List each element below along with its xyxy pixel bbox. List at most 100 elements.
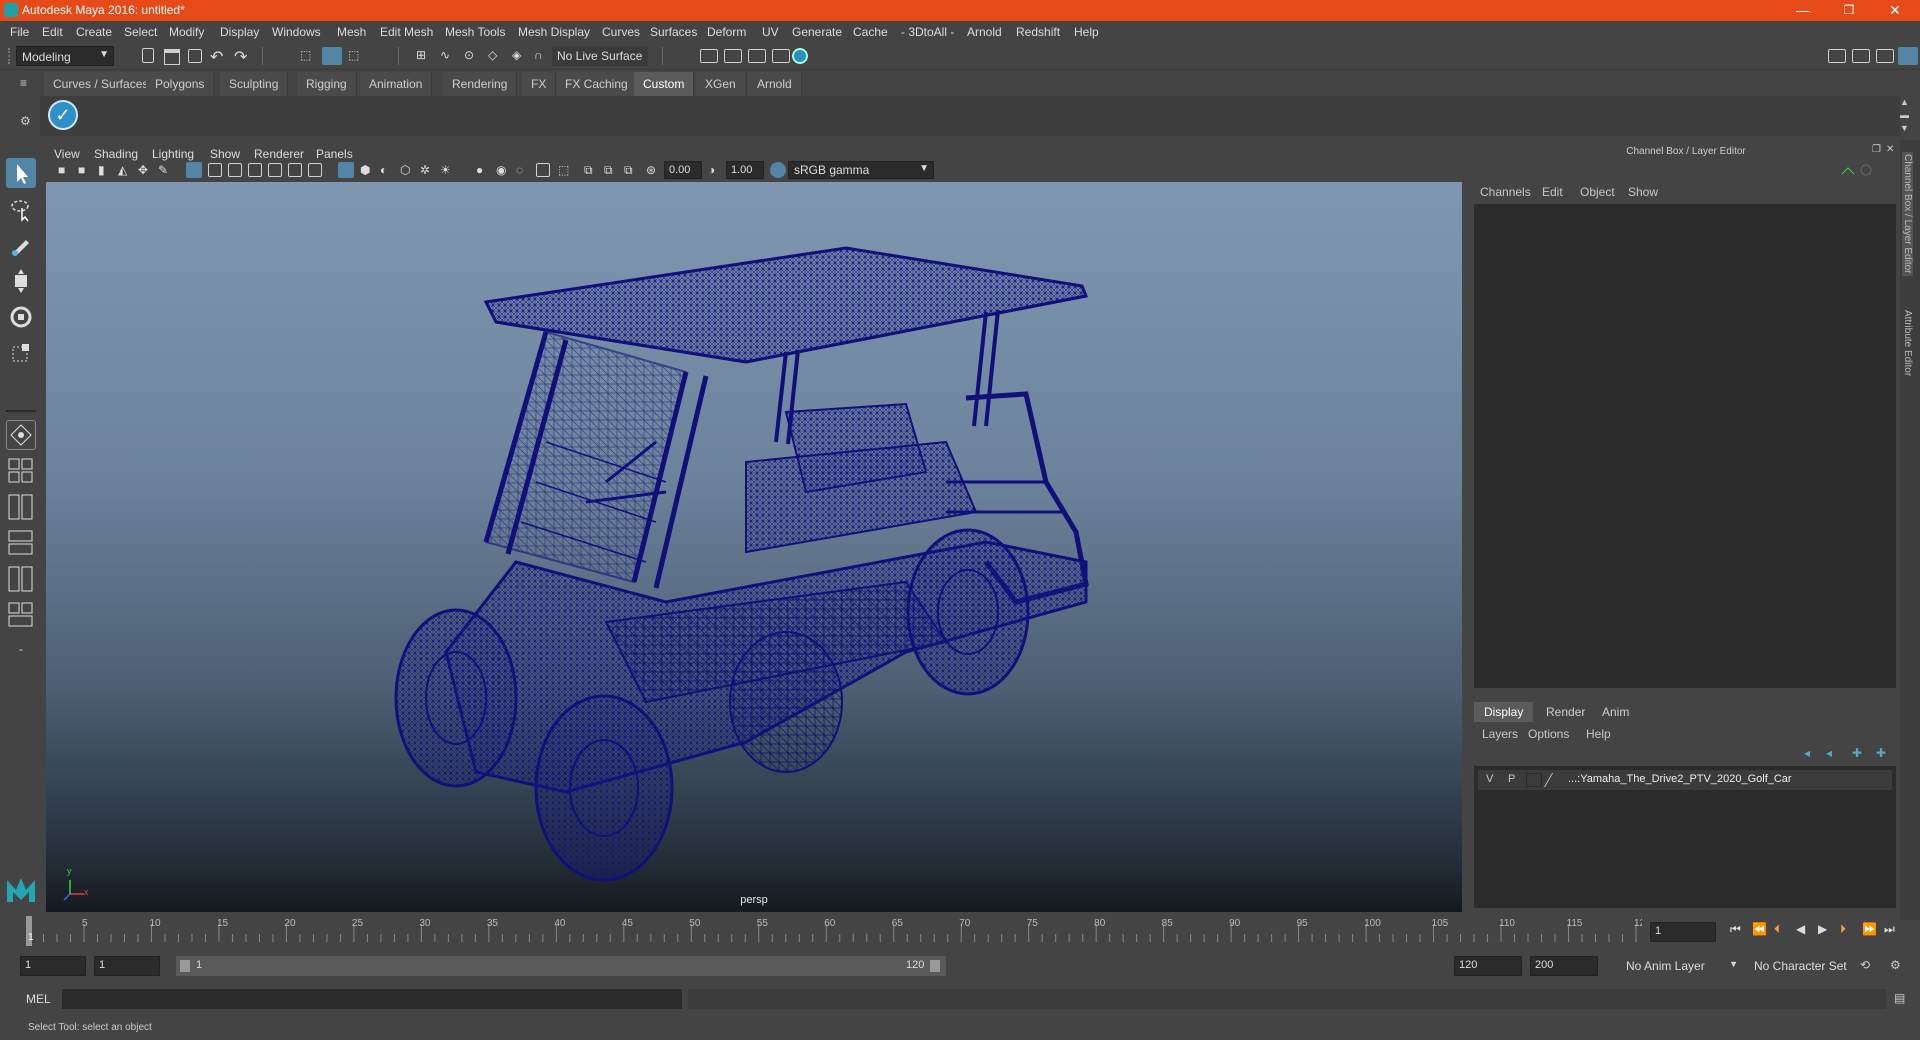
toggle-channel-box-icon[interactable]	[1898, 47, 1918, 65]
camera-select-icon[interactable]: ■	[58, 163, 74, 179]
exposure-field[interactable]: 0.00	[664, 161, 702, 179]
render-settings-icon[interactable]	[700, 49, 718, 63]
image-plane-icon[interactable]: ◭	[118, 163, 134, 179]
menu-redshift[interactable]: Redshift	[1016, 25, 1060, 39]
range-start-handle[interactable]	[180, 960, 190, 972]
film-gate-icon[interactable]	[208, 163, 222, 177]
menu-select[interactable]: Select	[124, 25, 157, 39]
menu-arnold[interactable]: Arnold	[967, 25, 1002, 39]
snap-magnet-icon[interactable]: ∩	[534, 48, 550, 64]
resolution-gate-icon[interactable]	[228, 163, 242, 177]
shelf-tab-xgen[interactable]: XGen	[696, 72, 746, 96]
layer-tab-render[interactable]: Render	[1536, 702, 1595, 722]
step-forward-frame-icon[interactable]: ⏩	[1862, 922, 1877, 936]
side-tab-channel-box[interactable]: Channel Box / Layer Editor	[1902, 152, 1913, 276]
toggle-tool-settings-icon[interactable]	[1876, 49, 1894, 63]
channel-box-menu-edit[interactable]: Edit	[1542, 185, 1563, 199]
go-to-start-icon[interactable]: ⏮	[1730, 922, 1741, 937]
menu-help[interactable]: Help	[1074, 25, 1099, 39]
playback-start-field[interactable]: 1	[94, 956, 160, 976]
snap-to-point-icon[interactable]: ⊙	[464, 48, 480, 64]
side-tab-attribute-editor[interactable]: Attribute Editor	[1902, 310, 1913, 376]
range-end-handle[interactable]	[930, 960, 940, 972]
grease-pencil-icon[interactable]: ✎	[158, 163, 174, 179]
xray-icon[interactable]: ⧉	[584, 163, 600, 179]
menu-generate[interactable]: Generate	[792, 25, 842, 39]
menu-mesh-display[interactable]: Mesh Display	[518, 25, 590, 39]
new-layer-icon[interactable]: ✚	[1852, 746, 1862, 760]
select-by-component-icon[interactable]: ⬚	[348, 48, 364, 64]
new-scene-icon[interactable]	[142, 48, 154, 63]
exposure-icon[interactable]: ⊛	[646, 163, 662, 179]
screen-space-ao-icon[interactable]: ●	[476, 163, 492, 179]
character-set-dropdown[interactable]: No Character Set	[1750, 956, 1874, 976]
shelf-tab-polygons[interactable]: Polygons	[146, 72, 215, 96]
snap-to-curve-icon[interactable]: ∿	[440, 48, 456, 64]
current-frame-field[interactable]: 1	[1650, 922, 1716, 942]
depth-of-field-icon[interactable]	[536, 163, 550, 177]
shelf-tab-fx-caching[interactable]: FX Caching	[556, 72, 638, 96]
smooth-shade-icon[interactable]: ⬢	[360, 163, 376, 179]
panel-menu-panels[interactable]: Panels	[316, 147, 353, 161]
shelf-menu-icon[interactable]: ≡	[20, 76, 34, 90]
safe-title-icon[interactable]	[308, 163, 322, 177]
view-transform-dropdown[interactable]: sRGB gamma ▼	[788, 161, 934, 179]
layer-name[interactable]: ...:Yamaha_The_Drive2_PTV_2020_Golf_Car	[1568, 773, 1792, 785]
playback-end-field[interactable]: 120	[1454, 956, 1522, 976]
menu-mesh-tools[interactable]: Mesh Tools	[445, 25, 505, 39]
anim-layer-dropdown[interactable]: No Anim Layer ▼	[1622, 956, 1740, 976]
step-back-frame-icon[interactable]: ⏪	[1752, 922, 1767, 936]
menu-mesh[interactable]: Mesh	[337, 25, 366, 39]
outliner-persp-layout-icon[interactable]	[6, 528, 36, 558]
shelf-tab-fx[interactable]: FX	[522, 72, 557, 96]
animation-preferences-icon[interactable]: ⚙	[1890, 958, 1901, 972]
redo-icon[interactable]: ↷	[234, 47, 250, 66]
restore-button[interactable]: ❐	[1826, 0, 1872, 21]
time-slider[interactable]: 5 10 15 20 25 30 35 40 45 50 55 60 65 70 75 80 85 90 95 100…	[22, 916, 1642, 946]
grid-toggle-icon[interactable]	[186, 162, 202, 178]
camera-attributes-icon[interactable]: ■	[78, 163, 94, 179]
layer-menu-layers[interactable]: Layers	[1482, 727, 1518, 741]
menu-edit-mesh[interactable]: Edit Mesh	[380, 25, 433, 39]
gamma-field[interactable]: 1.00	[726, 161, 764, 179]
menu-cache[interactable]: Cache	[853, 25, 888, 39]
ipr-render-icon[interactable]	[748, 49, 766, 63]
auto-key-icon[interactable]: ⟲	[1860, 958, 1870, 972]
safe-action-icon[interactable]	[288, 163, 302, 177]
lasso-tool-icon[interactable]	[6, 194, 36, 224]
menu-windows[interactable]: Windows	[272, 25, 321, 39]
isolate-select-icon[interactable]: ⬚	[558, 163, 574, 179]
snap-to-grid-icon[interactable]: ⊞	[416, 48, 432, 64]
hypershade-persp-layout-icon[interactable]	[6, 600, 36, 630]
render-view-icon[interactable]	[772, 49, 790, 63]
new-layer-selected-icon[interactable]: ✚	[1876, 746, 1886, 760]
paint-select-tool-icon[interactable]	[6, 230, 36, 260]
snap-to-view-plane-icon[interactable]: ◇	[488, 48, 504, 64]
scale-tool-icon[interactable]	[6, 338, 36, 368]
checkmark-icon[interactable]: ✓	[48, 100, 78, 130]
layer-playback-toggle[interactable]: P	[1508, 773, 1515, 785]
hypershade-icon[interactable]	[792, 48, 808, 64]
field-chart-icon[interactable]	[268, 163, 282, 177]
menu-edit[interactable]: Edit	[42, 25, 63, 39]
move-layer-up-icon[interactable]: ◂	[1804, 746, 1810, 760]
more-layouts-icon[interactable]: -	[6, 642, 36, 672]
motion-blur-icon[interactable]: ◉	[496, 163, 512, 179]
side-by-side-layout-icon[interactable]	[6, 492, 36, 522]
xray-joints-icon[interactable]: ⧉	[604, 163, 620, 179]
step-back-key-icon[interactable]: ⏴	[1774, 922, 1780, 937]
range-slider[interactable]: 1 120	[176, 956, 946, 976]
animation-start-field[interactable]: 1	[20, 956, 86, 976]
menu-create[interactable]: Create	[76, 25, 112, 39]
save-scene-icon[interactable]	[188, 49, 202, 63]
four-view-layout-icon[interactable]	[6, 456, 36, 486]
shelf-tab-custom[interactable]: Custom	[634, 72, 695, 96]
workspace-icon[interactable]	[1828, 49, 1846, 63]
layer-tab-display[interactable]: Display	[1474, 702, 1534, 722]
gate-mask-icon[interactable]	[248, 163, 262, 177]
render-current-frame-icon[interactable]	[724, 49, 742, 63]
menu-deform[interactable]: Deform	[707, 25, 746, 39]
layer-tab-anim[interactable]: Anim	[1592, 702, 1639, 722]
layer-color-swatch[interactable]	[1543, 773, 1567, 787]
gamma-icon[interactable]: ◑	[708, 163, 724, 179]
